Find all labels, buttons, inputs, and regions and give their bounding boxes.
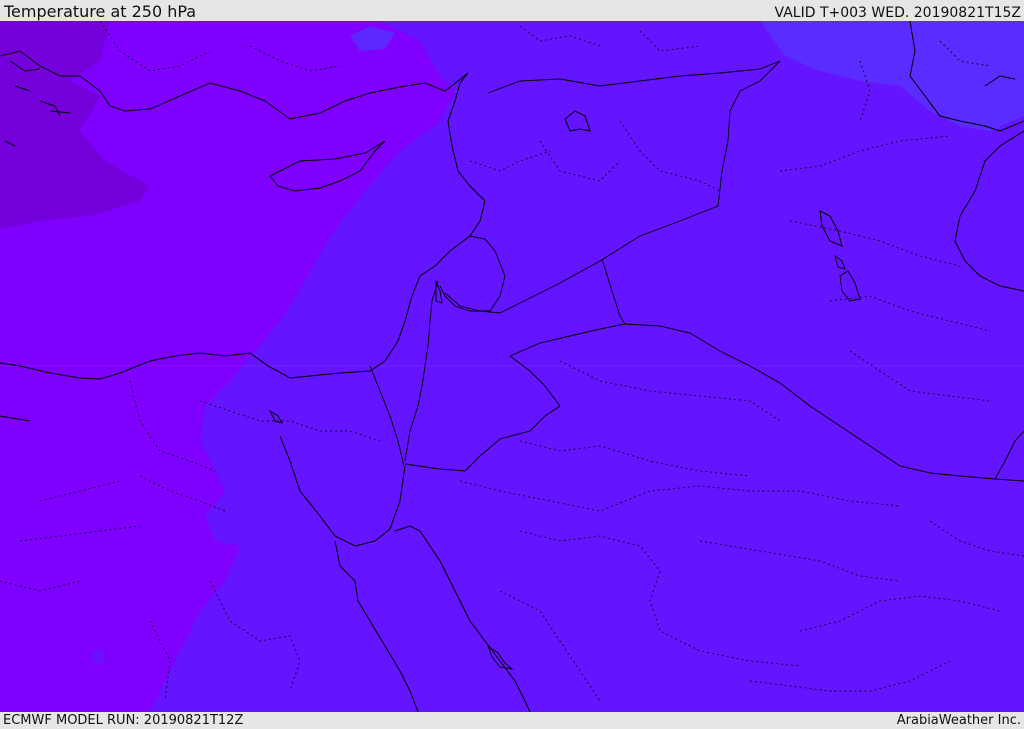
map-title: Temperature at 250 hPa [4,2,197,21]
valid-time-label: VALID T+003 WED. 20190821T15Z [774,5,1021,21]
footer-bar: ECMWF MODEL RUN: 20190821T12Z ArabiaWeat… [0,712,1024,729]
header-bar: Temperature at 250 hPa VALID T+003 WED. … [0,0,1024,21]
temperature-field-spot [92,649,104,665]
credit-label: ArabiaWeather Inc. [896,713,1021,728]
model-run-label: ECMWF MODEL RUN: 20190821T12Z [3,713,244,728]
map-panel[interactable] [0,21,1024,712]
temperature-map [0,21,1024,712]
